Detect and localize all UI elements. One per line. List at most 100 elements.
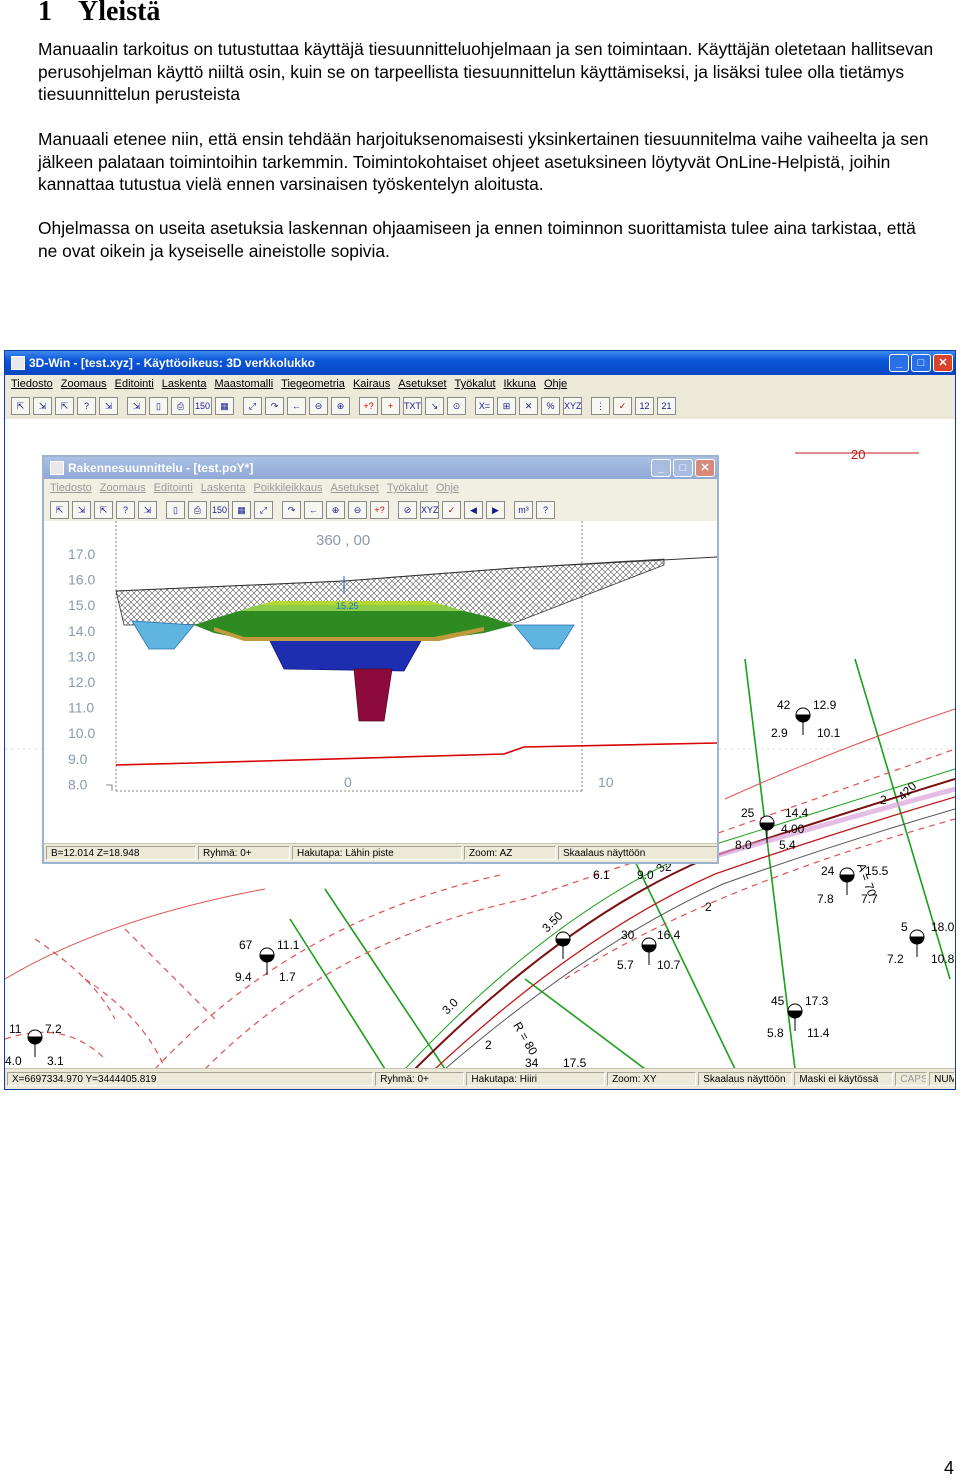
main-tool-button-11[interactable]: ↷ <box>265 397 284 415</box>
map-label: 16.4 <box>657 928 681 942</box>
main-menu-2[interactable]: Editointi <box>115 378 154 390</box>
map-label: 10.1 <box>817 726 841 740</box>
profile-tool-button-19[interactable]: ▶ <box>486 501 505 519</box>
profile-tool-button-17[interactable]: ✓ <box>442 501 461 519</box>
profile-tool-button-16[interactable]: XYZ <box>420 501 439 519</box>
cross-section-canvas[interactable]: 17.0 16.0 15.0 14.0 13.0 12.0 11.0 10.0 9.0 8.0 0 1… <box>44 521 717 843</box>
profile-tool-button-18[interactable]: ◀ <box>464 501 483 519</box>
main-tool-button-5[interactable]: ⇲ <box>127 397 146 415</box>
main-tool-button-8[interactable]: 150 <box>193 397 212 415</box>
main-tool-button-16[interactable]: + <box>381 397 400 415</box>
map-label: 42 <box>777 698 791 712</box>
main-titlebar: 3D-Win - [test.xyz] - Käyttöoikeus: 3D v… <box>5 351 955 375</box>
main-tool-button-28[interactable]: 21 <box>657 397 676 415</box>
profile-tool-button-9[interactable]: ⤢ <box>254 501 273 519</box>
x-tick-label: 0 <box>344 774 352 790</box>
app-icon <box>11 356 25 370</box>
main-menu-7[interactable]: Asetukset <box>398 378 446 390</box>
profile-menu-4[interactable]: Poikkileikkaus <box>253 482 322 494</box>
profile-tool-button-5[interactable]: ▯ <box>166 501 185 519</box>
map-label: 9.4 <box>235 970 252 984</box>
profile-status-4: Skaalaus näyttöön <box>558 846 717 860</box>
intro-paragraph-3: Ohjelmassa on useita asetuksia laskennan… <box>38 218 916 261</box>
map-label: 8.0 <box>735 838 752 852</box>
close-icon[interactable]: ✕ <box>933 354 953 372</box>
profile-toolbar: ⇱ ⇲ ⇱? ⇲ ▯ ⎙ 150 ▦ ⤢ ↷ ← ⊕ ⊖ +? ⊘ XYZ ✓ ◀ ▶ m³? <box>44 497 717 524</box>
main-menu-9[interactable]: Ikkuna <box>504 378 536 390</box>
main-tool-button-3[interactable]: ? <box>77 397 96 415</box>
profile-tool-button-14[interactable]: +? <box>370 501 389 519</box>
main-tool-button-10[interactable]: ⤢ <box>243 397 262 415</box>
profile-menu-6[interactable]: Työkalut <box>387 482 428 494</box>
main-menu-3[interactable]: Laskenta <box>162 378 207 390</box>
profile-tool-button-2[interactable]: ⇱ <box>94 501 113 519</box>
main-tool-button-18[interactable]: ↘ <box>425 397 444 415</box>
profile-tool-button-11[interactable]: ← <box>304 501 323 519</box>
profile-tool-button-4[interactable]: ⇲ <box>138 501 157 519</box>
main-menu-10[interactable]: Ohje <box>544 378 567 390</box>
main-tool-button-12[interactable]: ← <box>287 397 306 415</box>
profile-tool-button-13[interactable]: ⊖ <box>348 501 367 519</box>
profile-tool-button-15[interactable]: ⊘ <box>398 501 417 519</box>
main-tool-button-13[interactable]: ⊖ <box>309 397 328 415</box>
profile-tool-button-3[interactable]: ? <box>116 501 135 519</box>
profile-tool-button-1[interactable]: ⇲ <box>72 501 91 519</box>
main-tool-button-15[interactable]: +? <box>359 397 378 415</box>
main-menu-5[interactable]: Tiegeometria <box>281 378 345 390</box>
main-tool-button-9[interactable]: ▦ <box>215 397 234 415</box>
main-tool-button-26[interactable]: ✓ <box>613 397 632 415</box>
main-status-5: Maski ei käytössä <box>794 1072 894 1086</box>
map-label: 18.0 <box>931 920 955 934</box>
profile-menu-3[interactable]: Laskenta <box>201 482 246 494</box>
main-tool-button-21[interactable]: ⊞ <box>497 397 516 415</box>
main-tool-button-6[interactable]: ▯ <box>149 397 168 415</box>
profile-tool-button-0[interactable]: ⇱ <box>50 501 69 519</box>
main-tool-button-23[interactable]: % <box>541 397 560 415</box>
map-label: 10.7 <box>657 958 681 972</box>
main-menu-6[interactable]: Kairaus <box>353 378 390 390</box>
main-tool-button-14[interactable]: ⊕ <box>331 397 350 415</box>
profile-menu-1[interactable]: Zoomaus <box>100 482 146 494</box>
main-tool-button-1[interactable]: ⇲ <box>33 397 52 415</box>
profile-menu-2[interactable]: Editointi <box>154 482 193 494</box>
main-tool-button-19[interactable]: ⊙ <box>447 397 466 415</box>
main-menu-4[interactable]: Maastomalli <box>214 378 273 390</box>
map-label: 5.4 <box>779 838 796 852</box>
profile-tool-button-20[interactable]: m³ <box>514 501 533 519</box>
main-menu-0[interactable]: Tiedosto <box>11 378 53 390</box>
profile-tool-button-6[interactable]: ⎙ <box>188 501 207 519</box>
profile-menu-0[interactable]: Tiedosto <box>50 482 92 494</box>
map-label: 4.00 <box>781 822 805 836</box>
main-tool-button-20[interactable]: X= <box>475 397 494 415</box>
profile-close-icon[interactable]: ✕ <box>695 459 715 477</box>
main-tool-button-22[interactable]: ✕ <box>519 397 538 415</box>
profile-minimize-icon[interactable]: _ <box>651 459 671 477</box>
profile-tool-button-12[interactable]: ⊕ <box>326 501 345 519</box>
map-label: 24 <box>821 864 835 878</box>
profile-menu-5[interactable]: Asetukset <box>331 482 379 494</box>
profile-statusbar: B=12.014 Z=18.948 Ryhmä: 0+ Hakutapa: Lähi… <box>44 843 717 862</box>
main-tool-button-24[interactable]: XYZ <box>563 397 582 415</box>
main-menu-1[interactable]: Zoomaus <box>61 378 107 390</box>
main-tool-button-17[interactable]: TXT <box>403 397 422 415</box>
main-tool-button-27[interactable]: 12 <box>635 397 654 415</box>
main-tool-button-25[interactable]: ⋮ <box>591 397 610 415</box>
profile-tool-button-10[interactable]: ↷ <box>282 501 301 519</box>
profile-menu-7[interactable]: Ohje <box>436 482 459 494</box>
profile-tool-button-8[interactable]: ▦ <box>232 501 251 519</box>
main-tool-button-4[interactable]: ⇲ <box>99 397 118 415</box>
intro-paragraph-2: Manuaali etenee niin, että ensin tehdään… <box>38 129 929 194</box>
minimize-icon[interactable]: _ <box>889 354 909 372</box>
main-tool-button-2[interactable]: ⇱ <box>55 397 74 415</box>
x-tick-label: 10 <box>598 774 614 790</box>
maximize-icon[interactable]: □ <box>911 354 931 372</box>
section-heading: 1 Yleistä <box>38 0 160 28</box>
main-menu-8[interactable]: Työkalut <box>455 378 496 390</box>
map-label: 45 <box>771 994 785 1008</box>
main-tool-button-0[interactable]: ⇱ <box>11 397 30 415</box>
profile-maximize-icon[interactable]: □ <box>673 459 693 477</box>
main-tool-button-7[interactable]: ⎙ <box>171 397 190 415</box>
map-label: 4.0 <box>5 1054 22 1068</box>
profile-tool-button-21[interactable]: ? <box>536 501 555 519</box>
profile-tool-button-7[interactable]: 150 <box>210 501 229 519</box>
